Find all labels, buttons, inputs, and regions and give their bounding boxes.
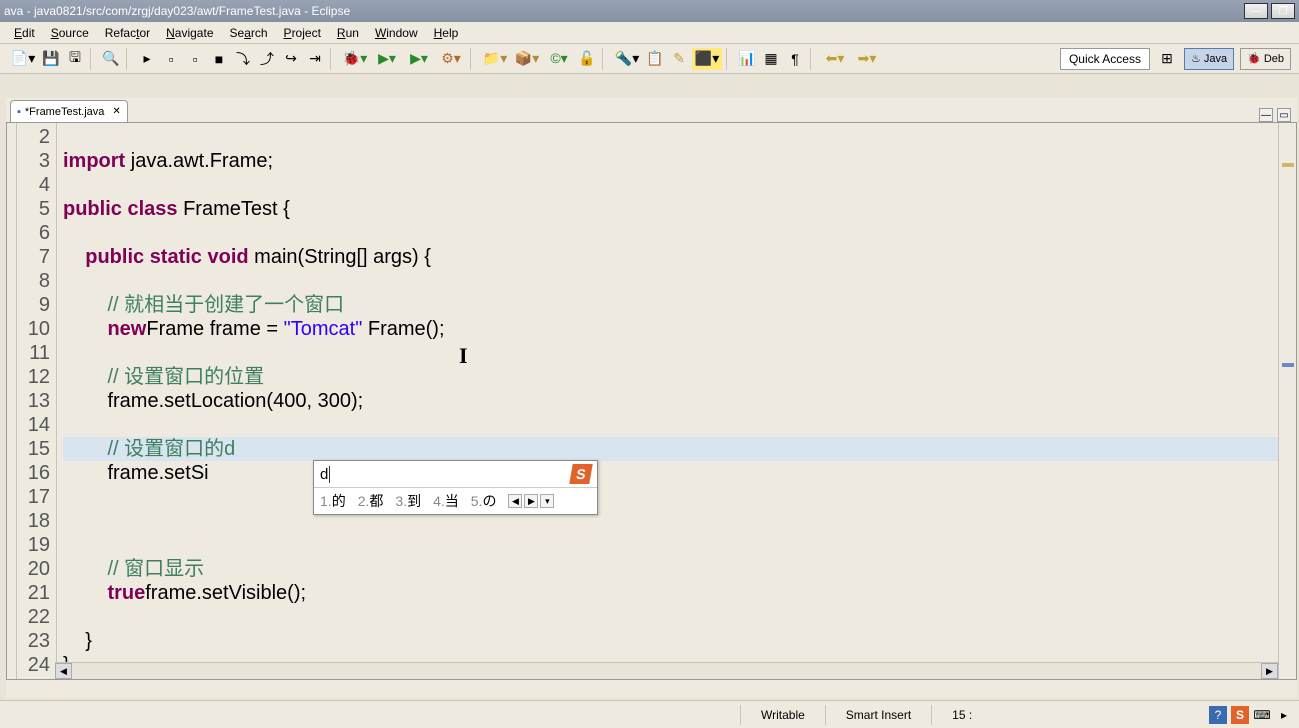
status-cursor-position: 15 : (931, 705, 992, 725)
scroll-right-button[interactable]: ▶ (1261, 663, 1278, 679)
suspend-button[interactable]: ▫ (184, 48, 206, 70)
external-tools-button[interactable]: ⚙▾ (436, 48, 466, 70)
step-return-button[interactable]: ⇥ (304, 48, 326, 70)
editor-tab-row: ▪ *FrameTest.java ✕ ― ▭ (6, 98, 1297, 122)
step-over-button[interactable]: ↪ (280, 48, 302, 70)
toggle-mark-button[interactable]: 📋 (644, 48, 666, 70)
menu-search[interactable]: Search (222, 24, 276, 42)
toggle-block-button[interactable]: ▦ (760, 48, 782, 70)
ime-candidate[interactable]: 2.都 (358, 491, 384, 511)
perspective-java[interactable]: ♨Java (1184, 48, 1234, 70)
editor-tab-frametest[interactable]: ▪ *FrameTest.java ✕ (10, 100, 128, 122)
menu-source[interactable]: Source (43, 24, 97, 42)
main-toolbar: 📄▾ 💾 🖫 🔍 ▸ ▫ ▫ ■ ⤵ ⤴ ↪ ⇥ 🐞▾ ▶▾ ▶▾ ⚙▾ 📁▾ … (0, 44, 1299, 74)
ime-candidate[interactable]: 4.当 (433, 491, 459, 511)
ime-candidate-window[interactable]: d S 1.的 2.都 3.到 4.当 5.の ◀▶▾ (313, 460, 598, 515)
window-titlebar: ava - java0821/src/com/zrgj/day023/awt/F… (0, 0, 1299, 22)
status-bar: Writable Smart Insert 15 : ? S ⌨ ▸ (0, 700, 1299, 728)
toolbar-separator (126, 48, 132, 70)
minimize-button[interactable]: ― (1244, 3, 1268, 19)
java-file-icon: ▪ (17, 106, 21, 118)
ime-prev-button[interactable]: ◀ (508, 494, 522, 508)
step-into-button[interactable]: ⤴ (256, 48, 278, 70)
overview-ruler[interactable] (1278, 123, 1296, 679)
menu-help[interactable]: Help (426, 24, 467, 42)
java-icon: ♨ (1191, 52, 1201, 65)
toolbar-separator (602, 48, 608, 70)
scroll-left-button[interactable]: ◀ (55, 663, 72, 679)
ime-candidate[interactable]: 3.到 (395, 491, 421, 511)
menu-project[interactable]: Project (276, 24, 329, 42)
debug-button[interactable]: 🐞▾ (340, 48, 370, 70)
ime-candidate[interactable]: 1.的 (320, 491, 346, 511)
toolbar-separator (470, 48, 476, 70)
quick-access-field[interactable]: Quick Access (1060, 48, 1150, 70)
disconnect-button[interactable]: ⤵ (232, 48, 254, 70)
terminate-button[interactable]: ■ (208, 48, 230, 70)
debug-icon: 🐞 (1247, 52, 1261, 65)
highlight-button[interactable]: ⬛▾ (692, 48, 722, 70)
print-button[interactable]: 🔍 (100, 48, 122, 70)
ime-input-text: d (320, 466, 330, 483)
maximize-button[interactable]: ❐ (1271, 3, 1295, 19)
minimize-view-button[interactable]: ― (1259, 108, 1273, 122)
code-editor[interactable]: import java.awt.Frame; public class Fram… (57, 123, 1278, 679)
editor-area: ▪ *FrameTest.java ✕ ― ▭ 234⊖56●789101112… (6, 98, 1297, 698)
run-button[interactable]: ▶▾ (372, 48, 402, 70)
systray: ? S ⌨ ▸ (1209, 706, 1299, 724)
editor-body: 234⊖56●789101112131415161718192021222324… (6, 122, 1297, 680)
maximize-view-button[interactable]: ▭ (1277, 108, 1291, 122)
systray-keyboard-icon[interactable]: ⌨ (1253, 706, 1271, 724)
menu-navigate[interactable]: Navigate (158, 24, 221, 42)
sogou-ime-icon: S (569, 464, 593, 484)
new-package-button[interactable]: 📦▾ (512, 48, 542, 70)
new-wizard-button[interactable]: 📄▾ (8, 48, 38, 70)
ime-menu-button[interactable]: ▾ (540, 494, 554, 508)
back-button[interactable]: ⬅▾ (820, 48, 850, 70)
annotation-button[interactable]: ✎ (668, 48, 690, 70)
horizontal-scrollbar[interactable]: ◀ ▶ (55, 662, 1278, 679)
status-writable: Writable (740, 705, 825, 725)
toolbar-separator (810, 48, 816, 70)
status-insert-mode: Smart Insert (825, 705, 931, 725)
resume-button[interactable]: ▫ (160, 48, 182, 70)
skip-breakpoints-button[interactable]: ▸ (136, 48, 158, 70)
forward-button[interactable]: ➡▾ (852, 48, 882, 70)
menu-bar: Edit Source Refactor Navigate Search Pro… (0, 22, 1299, 44)
toolbar-separator (330, 48, 336, 70)
tab-label: *FrameTest.java (25, 106, 104, 118)
menu-edit[interactable]: Edit (6, 24, 43, 42)
toolbar-separator (90, 48, 96, 70)
text-cursor-icon: I (459, 343, 468, 369)
menu-refactor[interactable]: Refactor (97, 24, 158, 42)
line-number-gutter[interactable]: 234⊖56●789101112131415161718192021222324 (17, 123, 57, 679)
search-button[interactable]: 🔦▾ (612, 48, 642, 70)
folding-ruler[interactable] (7, 123, 17, 679)
close-tab-icon[interactable]: ✕ (112, 106, 120, 117)
perspective-debug[interactable]: 🐞Deb (1240, 48, 1291, 70)
save-button[interactable]: 💾 (40, 48, 62, 70)
new-java-project-button[interactable]: 📁▾ (480, 48, 510, 70)
systray-sogou-icon[interactable]: S (1231, 706, 1249, 724)
menu-run[interactable]: Run (329, 24, 367, 42)
window-title: ava - java0821/src/com/zrgj/day023/awt/F… (4, 4, 350, 18)
toolbar-separator (726, 48, 732, 70)
menu-window[interactable]: Window (367, 24, 426, 42)
ime-candidate[interactable]: 5.の (471, 491, 497, 511)
systray-icon[interactable]: ? (1209, 706, 1227, 724)
show-whitespace-button[interactable]: ¶ (784, 48, 806, 70)
toggle-breadcrumb-button[interactable]: 📊 (736, 48, 758, 70)
systray-expand-icon[interactable]: ▸ (1275, 706, 1293, 724)
ime-next-button[interactable]: ▶ (524, 494, 538, 508)
run-last-button[interactable]: ▶▾ (404, 48, 434, 70)
new-class-button[interactable]: ©▾ (544, 48, 574, 70)
save-all-button[interactable]: 🖫 (64, 48, 86, 70)
open-type-button[interactable]: 🔓 (576, 48, 598, 70)
open-perspective-button[interactable]: ⊞ (1156, 48, 1178, 70)
